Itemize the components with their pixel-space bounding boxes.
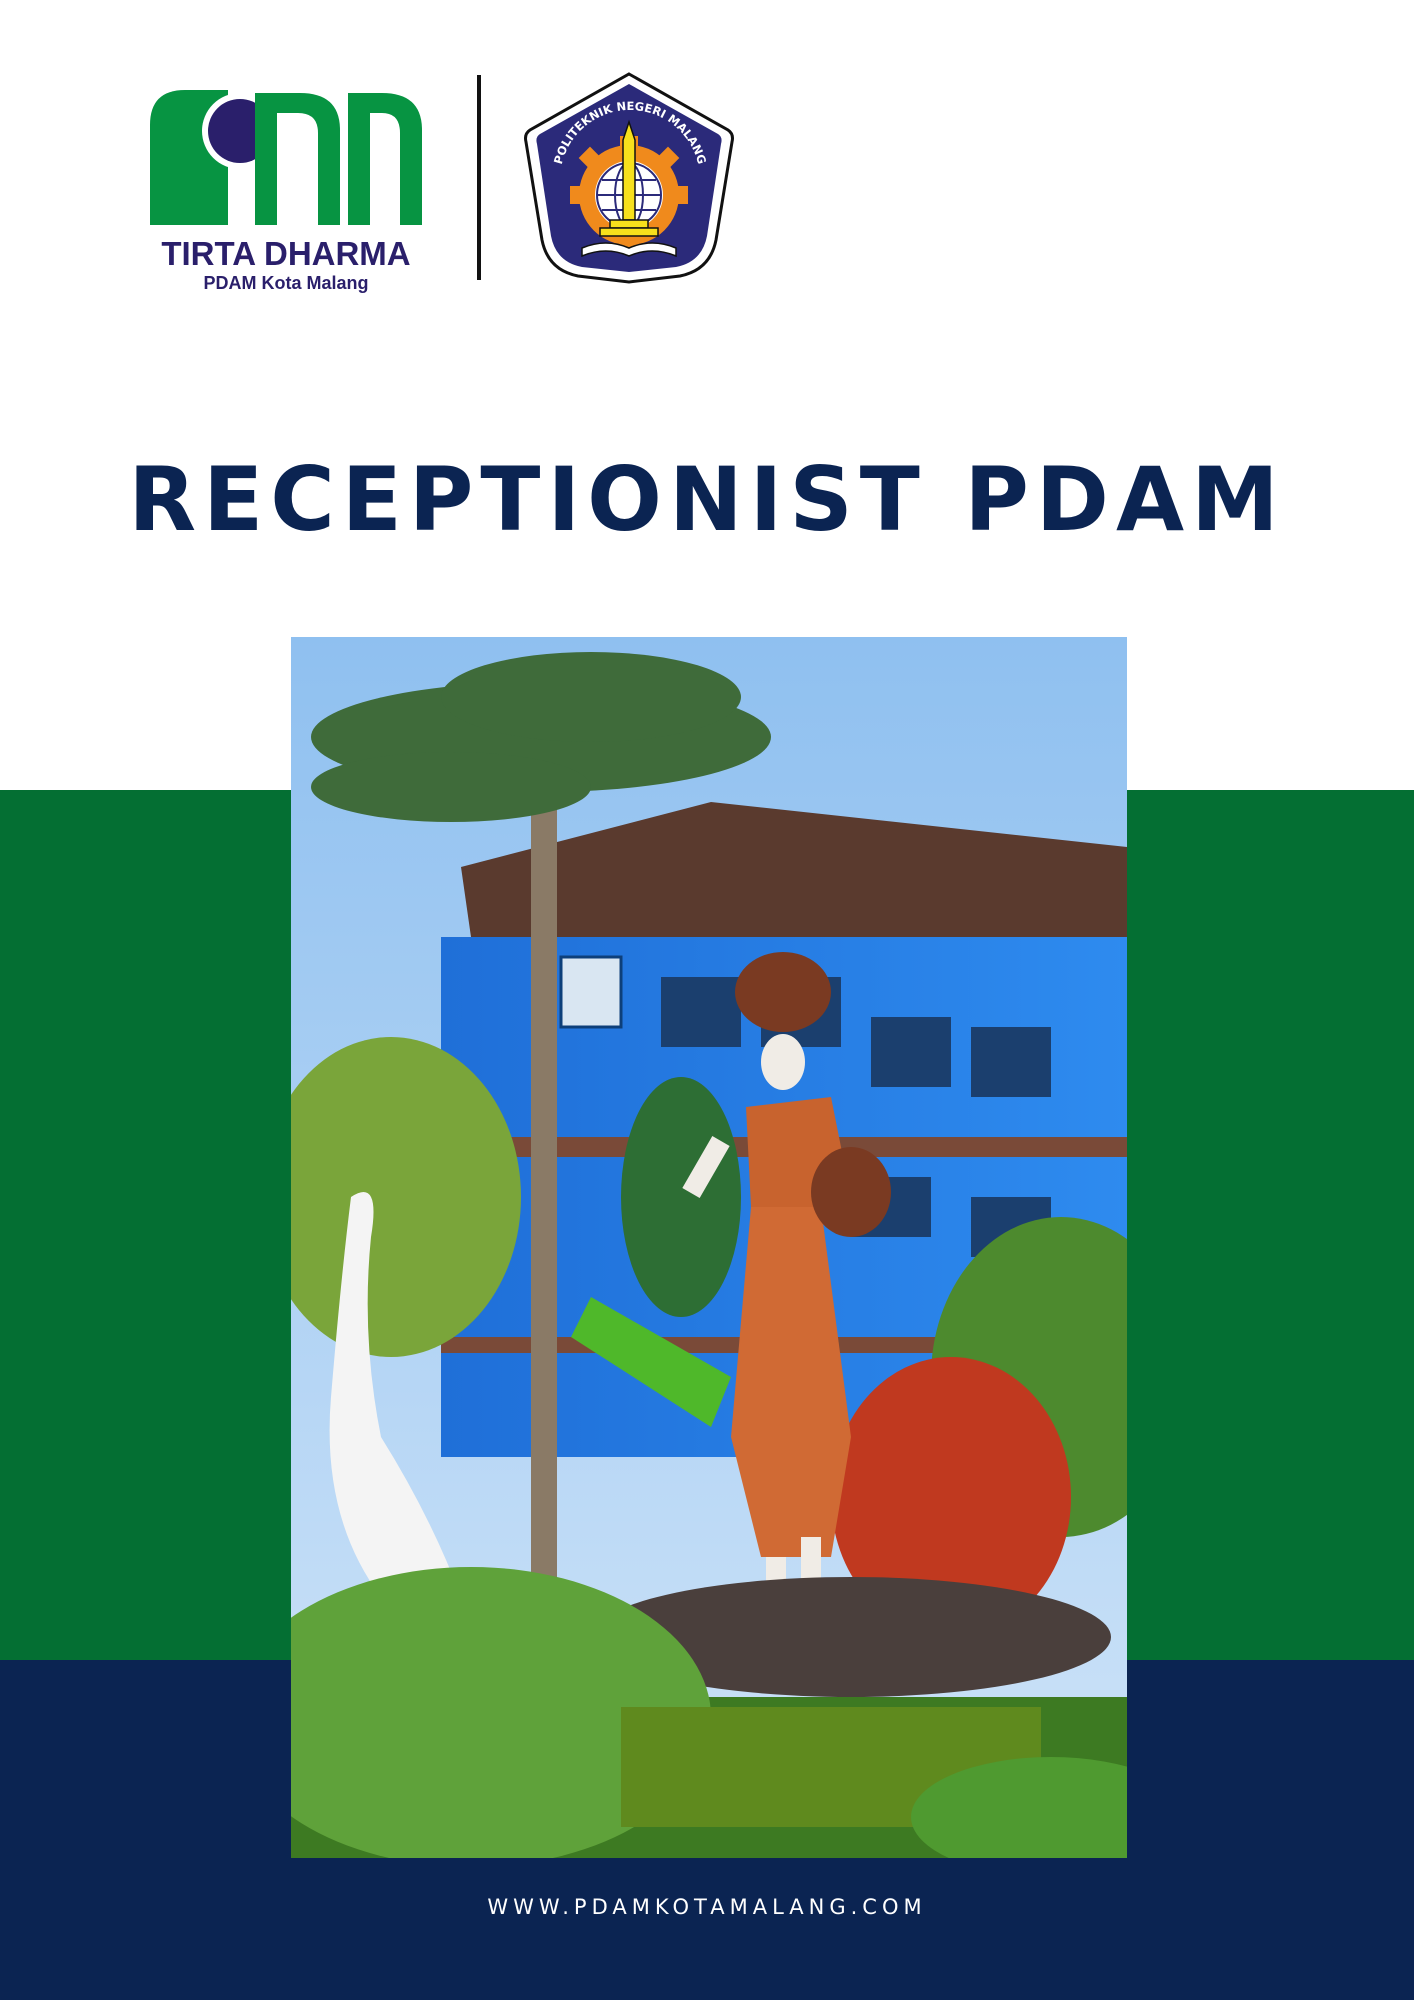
polinema-emblem-logo: POLITEKNIK NEGERI MALANG [524,72,734,284]
building-statue-photo [291,637,1127,1858]
logo-divider [477,75,481,280]
page-title: RECEPTIONIST PDAM [128,448,1286,551]
tirta-dharma-logo: TIRTA DHARMA PDAM Kota Malang [150,90,422,293]
website-url[interactable]: WWW.PDAMKOTAMALANG.COM [0,1895,1414,1919]
tirta-logo-subname: PDAM Kota Malang [203,273,368,293]
tirta-logo-name: TIRTA DHARMA [161,235,410,272]
